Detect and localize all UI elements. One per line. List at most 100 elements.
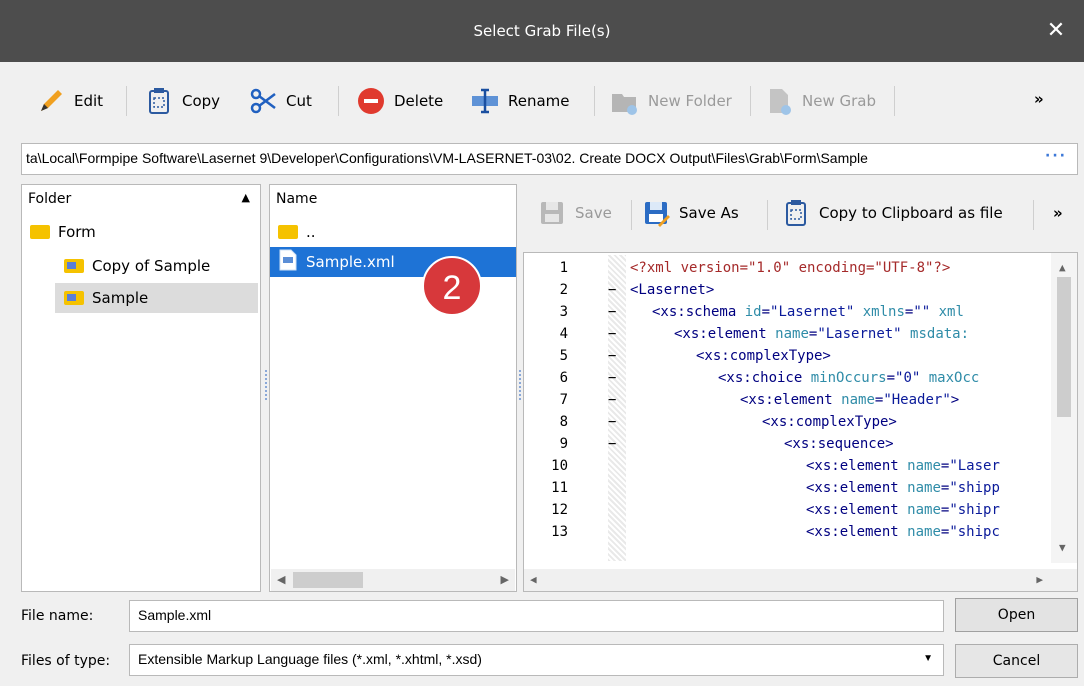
code-line: <Lasernet> (630, 282, 715, 298)
fold-toggle-icon[interactable]: − (608, 301, 616, 323)
code-line: <xs:schema id="Lasernet" xmlns="" xml (652, 304, 964, 320)
scroll-down-icon[interactable]: ▼ (1059, 541, 1066, 554)
name-header-label: Name (276, 191, 318, 207)
new-grab-label: New Grab (802, 92, 876, 110)
folder-item-sample[interactable]: Sample (55, 283, 258, 313)
folder-pane: Folder ▲ Form Copy of Sample Sample (21, 184, 261, 592)
file-item-label: .. (306, 223, 316, 241)
code-line: <xs:choice minOccurs="0" maxOcc (718, 370, 980, 386)
line-number: 9 (559, 436, 568, 452)
save-as-label: Save As (679, 204, 739, 222)
fold-toggle-icon[interactable]: − (608, 279, 616, 301)
folder-icon (64, 259, 84, 273)
code-area[interactable]: <?xml version="1.0" encoding="UTF-8"?> <… (630, 253, 1050, 563)
line-number: 3 (559, 304, 568, 320)
cut-button[interactable]: Cut (248, 78, 312, 124)
cancel-button[interactable]: Cancel (955, 644, 1078, 678)
rename-icon (470, 86, 500, 116)
file-item-parent[interactable]: .. (270, 218, 516, 246)
line-number: 2 (559, 282, 568, 298)
copy-label: Copy (182, 92, 221, 110)
name-column-header[interactable]: Name (270, 185, 516, 213)
file-name-input[interactable]: Sample.xml (129, 600, 944, 632)
rename-button[interactable]: Rename (470, 78, 570, 124)
folder-item-form[interactable]: Form (22, 218, 260, 246)
line-number: 6 (559, 370, 568, 386)
fold-toggle-icon[interactable]: − (608, 345, 616, 367)
scroll-thumb[interactable] (1057, 277, 1071, 417)
edit-button[interactable]: Edit (36, 78, 103, 124)
code-line: <xs:sequence> (784, 436, 894, 452)
toolbar-divider (631, 200, 632, 230)
path-more-icon[interactable]: ··· (1045, 148, 1067, 164)
sort-ascending-icon[interactable]: ▲ (242, 191, 250, 204)
toolbar-divider (750, 86, 751, 116)
title-bar: Select Grab File(s) ✕ (0, 0, 1084, 62)
toolbar-divider (894, 86, 895, 116)
xml-editor[interactable]: 1 2 3 4 5 6 7 8 9 10 11 12 13 − − − − − … (523, 252, 1078, 592)
clipboard-icon (781, 198, 811, 228)
save-as-button[interactable]: Save As (641, 190, 739, 236)
toolbar-divider (594, 86, 595, 116)
copy-button[interactable]: Copy (144, 78, 220, 124)
xml-file-icon (278, 249, 298, 275)
scroll-left-icon[interactable]: ◀ (277, 573, 285, 586)
edit-label: Edit (74, 92, 104, 110)
scroll-up-icon[interactable]: ▲ (1059, 261, 1066, 274)
fold-toggle-icon[interactable]: − (608, 411, 616, 433)
delete-button[interactable]: Delete (356, 78, 443, 124)
path-bar[interactable]: ta\Local\Formpipe Software\Lasernet 9\De… (21, 143, 1078, 175)
line-number: 13 (551, 524, 568, 540)
fold-gutter: − − − − − − − − (604, 253, 626, 563)
line-number: 11 (551, 480, 568, 496)
open-button[interactable]: Open (955, 598, 1078, 632)
window-title: Select Grab File(s) (473, 22, 611, 40)
scroll-right-icon[interactable]: ▶ (501, 573, 509, 586)
code-line: <xs:element name="shipp (806, 480, 1000, 496)
pencil-icon (36, 86, 66, 116)
file-pane-horizontal-scrollbar[interactable]: ◀ ▶ (271, 569, 515, 591)
code-token: <?xml version="1.0" encoding="UTF-8"?> (630, 260, 951, 276)
save-label: Save (575, 204, 612, 222)
fold-toggle-icon[interactable]: − (608, 433, 616, 455)
code-line: <xs:complexType> (762, 414, 897, 430)
editor-vertical-scrollbar[interactable]: ▲ ▼ (1051, 253, 1077, 563)
new-grab-icon (764, 86, 794, 116)
new-grab-button[interactable]: New Grab (764, 78, 876, 124)
new-folder-button[interactable]: New Folder (610, 78, 732, 124)
files-of-type-select[interactable]: Extensible Markup Language files (*.xml,… (129, 644, 944, 676)
toolbar-overflow-icon[interactable]: » (1034, 90, 1044, 108)
editor-horizontal-scrollbar[interactable]: ◀ ▶ (524, 569, 1077, 591)
editor-toolbar: Save Save As Copy to Clipboard as file » (523, 190, 1078, 238)
save-icon (537, 198, 567, 228)
scroll-left-icon[interactable]: ◀ (530, 573, 537, 586)
folder-item-copy-of-sample[interactable]: Copy of Sample (22, 252, 260, 280)
save-as-icon (641, 198, 671, 228)
dropdown-arrow-icon[interactable]: ▼ (923, 653, 933, 664)
scroll-right-icon[interactable]: ▶ (1036, 573, 1043, 586)
code-line: <?xml version="1.0" encoding="UTF-8"?> (630, 257, 950, 279)
files-of-type-label: Files of type: (21, 653, 111, 669)
folder-item-label: Copy of Sample (92, 257, 211, 275)
delete-label: Delete (394, 92, 444, 110)
copy-to-clipboard-label: Copy to Clipboard as file (819, 204, 1003, 222)
close-icon[interactable]: ✕ (1038, 14, 1074, 48)
splitter-handle[interactable] (519, 370, 522, 400)
fold-toggle-icon[interactable]: − (608, 323, 616, 345)
path-field[interactable]: ta\Local\Formpipe Software\Lasernet 9\De… (26, 150, 1046, 166)
toolbar-divider (1033, 200, 1034, 230)
editor-toolbar-overflow-icon[interactable]: » (1053, 204, 1063, 222)
copy-icon (144, 86, 174, 116)
save-button[interactable]: Save (537, 190, 612, 236)
fold-toggle-icon[interactable]: − (608, 389, 616, 411)
file-name-label: File name: (21, 608, 94, 624)
copy-to-clipboard-button[interactable]: Copy to Clipboard as file (781, 190, 1003, 236)
folder-column-header[interactable]: Folder ▲ (22, 185, 260, 213)
step-number-badge: 2 (422, 256, 482, 316)
line-number: 4 (559, 326, 568, 342)
file-item-label: Sample.xml (306, 253, 395, 271)
fold-toggle-icon[interactable]: − (608, 367, 616, 389)
scroll-thumb[interactable] (293, 572, 363, 588)
splitter-handle[interactable] (265, 370, 268, 400)
line-number: 12 (551, 502, 568, 518)
